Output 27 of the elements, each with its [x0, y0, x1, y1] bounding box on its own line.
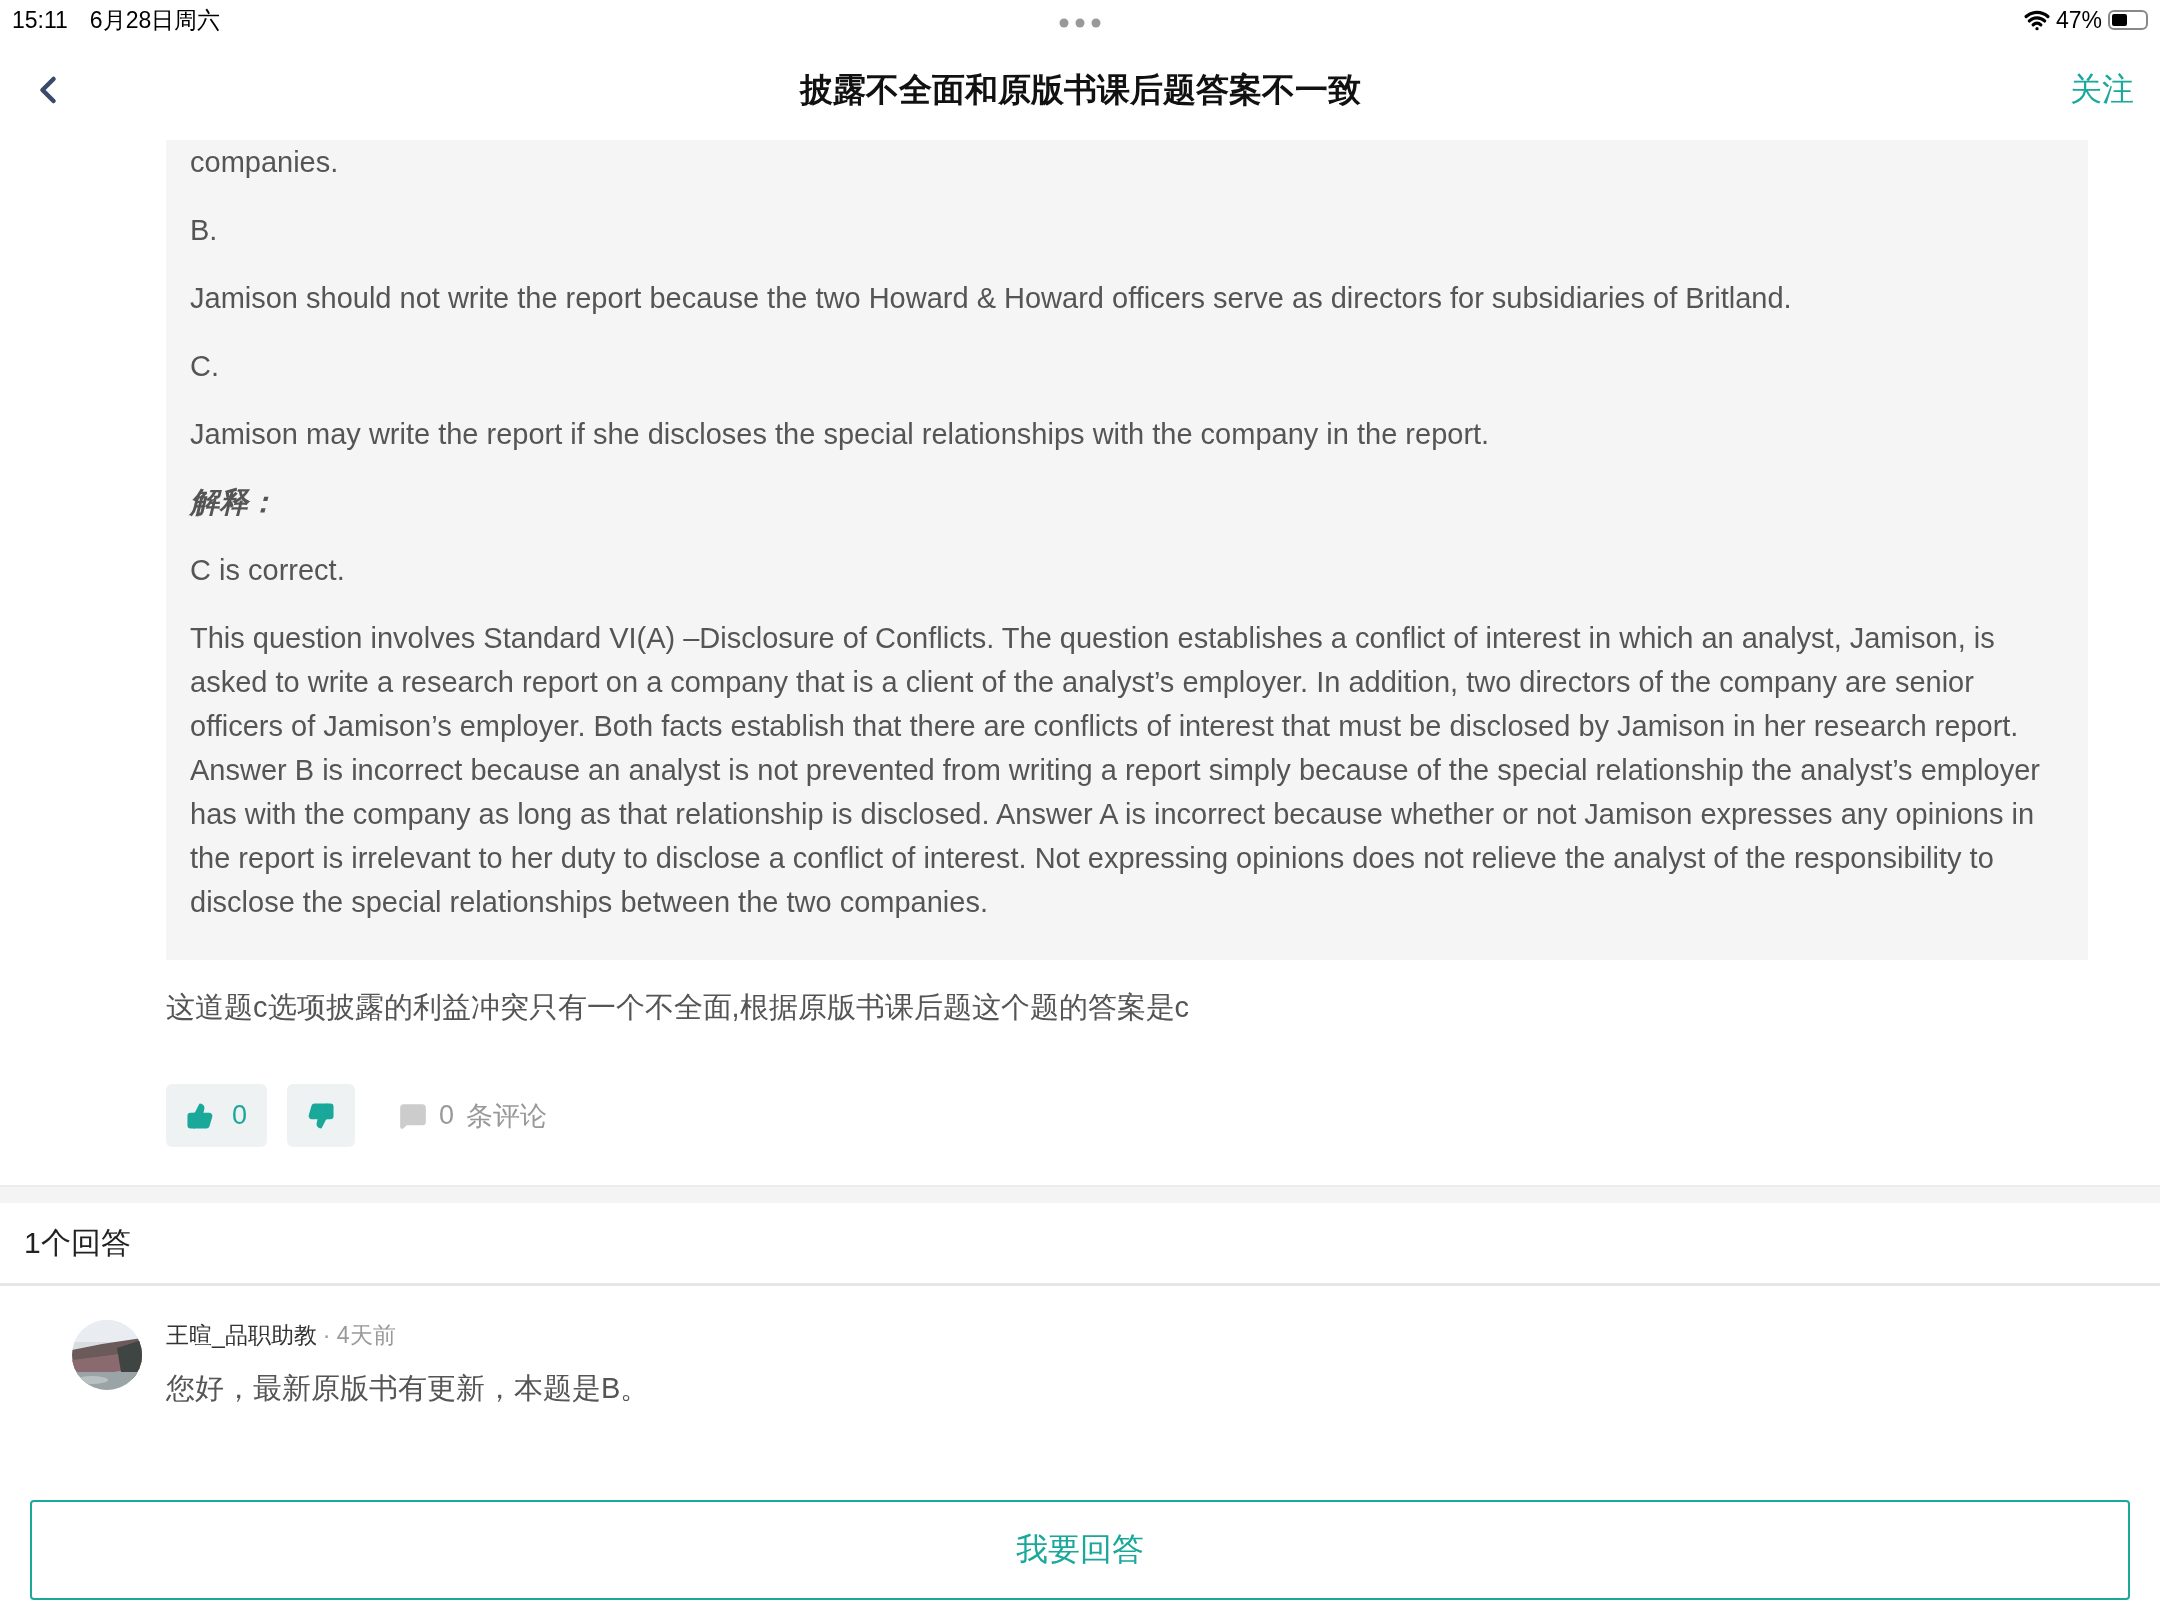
- question-text: companies.: [190, 145, 340, 180]
- answers-header: 1个回答: [0, 1203, 2160, 1286]
- follow-button[interactable]: 关注: [2070, 68, 2134, 112]
- explanation-heading: 解释：: [190, 485, 278, 520]
- battery-percent: 47%: [2055, 6, 2102, 34]
- thumbs-up-icon: [186, 1101, 214, 1130]
- question-text: This question involves Standard VI(A) –Disclosure of Conflicts. The question establishes a conflict of interest in which an analyst, Jamison, is asked to write a research report on a company that is a client of the analyst’s employer. In addition, two directors of the company are senior officers of Jamison’s employer. Both facts establish that there are conflicts of interest that must be disclosed by Jamison in her research report. Answer B is incorrect because an analyst is not prevented from writing a report simply because of the special relationship the analyst’s employer has with the company as long as that relationship is disclosed. Answer A is incorrect because whether or not Jamison expresses any opinions in the report is irrelevant to her duty to disclose a conflict of interest. Not expressing opinions does not relieve the analyst of the responsibility to disclose the special relationships between the two companies.: [190, 621, 2041, 920]
- comment-icon: [399, 1101, 428, 1130]
- dislike-button[interactable]: [287, 1084, 356, 1147]
- author-name: 王暄_品职助教: [166, 1321, 317, 1350]
- question-text: C.: [190, 349, 220, 384]
- answer-button[interactable]: 我要回答: [30, 1500, 2130, 1600]
- more-icon: [1058, 18, 1102, 28]
- question-text: Jamison should not write the report because the two Howard & Howard officers serve as directors for subsidiaries of Britland.: [190, 281, 1793, 316]
- like-button[interactable]: 0: [166, 1084, 268, 1147]
- battery-icon: [2108, 10, 2148, 30]
- question-text: C is correct.: [190, 553, 346, 588]
- status-time: 15:11: [12, 6, 68, 34]
- status-date: 6月28日周六: [89, 5, 221, 35]
- question-text: Jamison may write the report if she discloses the special relationships with the company in the report.: [190, 417, 1491, 452]
- thumbs-down-icon: [307, 1101, 336, 1130]
- question-comment: 这道题c选项披露的利益冲突只有一个不全面,根据原版书课后题这个题的答案是c: [166, 990, 1191, 1025]
- comments-link[interactable]: 0 条评论: [399, 1097, 548, 1134]
- answer-text: 您好，最新原版书有更新，本题是B。: [166, 1371, 650, 1406]
- post-time: · 4天前: [322, 1321, 396, 1350]
- page-title: 披露不全面和原版书课后题答案不一致: [799, 70, 1361, 108]
- question-text: B.: [190, 213, 219, 248]
